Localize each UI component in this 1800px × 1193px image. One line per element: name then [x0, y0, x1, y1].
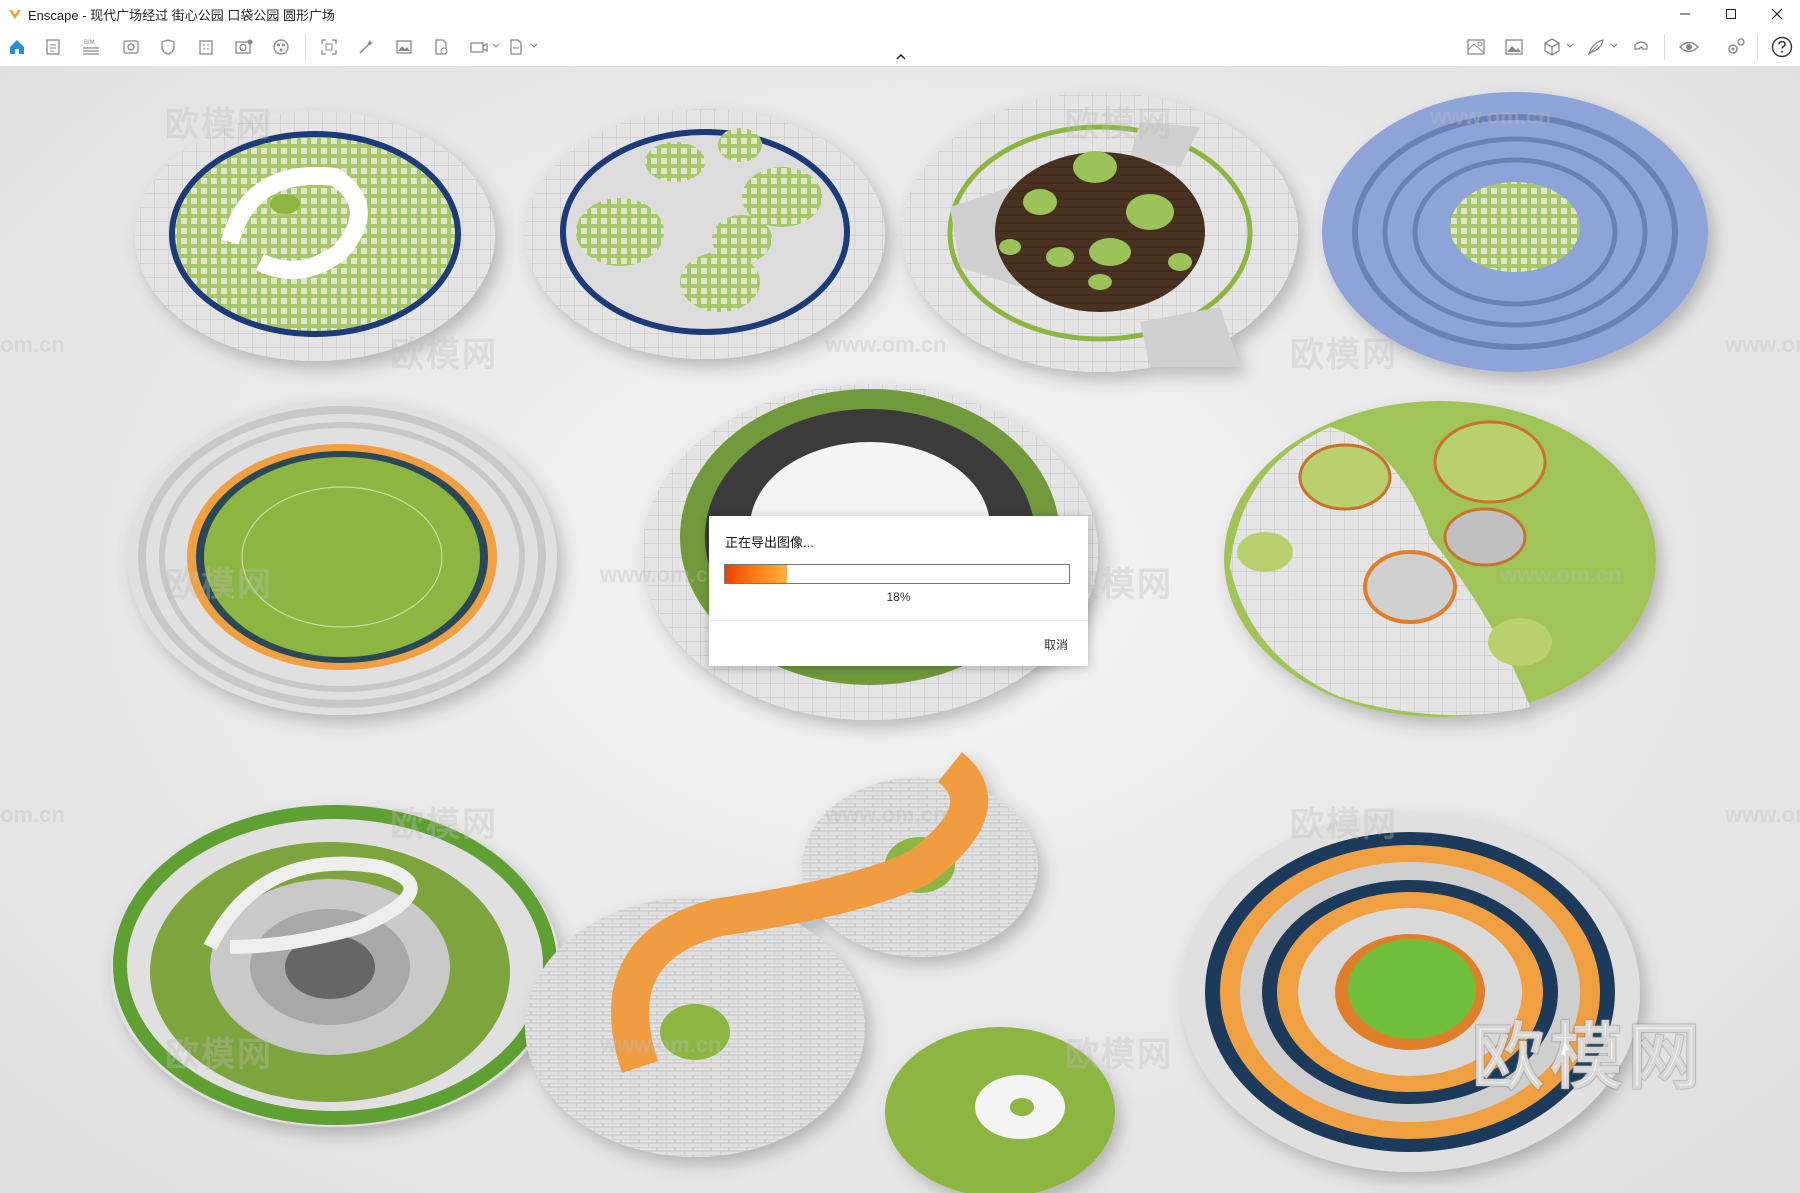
help-button[interactable] [1771, 36, 1793, 58]
watermark-url: om.cn [0, 332, 65, 357]
toolbar-separator [1757, 34, 1758, 60]
home-icon [10, 40, 24, 54]
watermark-url: om.cn [0, 802, 65, 827]
watermark-brand: 欧模网 [165, 566, 273, 604]
watermark-brand: 欧模网 [1290, 336, 1398, 374]
help-icon [1771, 36, 1793, 58]
camera-info-icon [235, 39, 253, 54]
settings-icon [1728, 38, 1745, 54]
video-export-button[interactable] [468, 36, 490, 58]
watermark-url: www.om.cn [1500, 562, 1622, 587]
export-file-button[interactable] [430, 36, 452, 58]
collapse-toolbar-chevron-up-icon[interactable] [894, 52, 908, 62]
feather-button[interactable] [1585, 36, 1607, 58]
asset-library-button[interactable] [270, 36, 292, 58]
progress-fill [725, 565, 787, 583]
watermark-url: www.om.cn [1725, 332, 1800, 357]
plaza-model-1 [135, 111, 495, 361]
watermark-url: www.om.cn [825, 802, 947, 827]
panorama-button[interactable] [1503, 36, 1525, 58]
shield-button[interactable] [157, 36, 179, 58]
plaza-model-9 [525, 752, 1115, 1193]
panorama-icon [1505, 39, 1523, 55]
chevron-down-icon[interactable] [530, 42, 538, 50]
minimize-button[interactable] [1662, 0, 1708, 28]
view-icon [123, 40, 139, 54]
close-button[interactable] [1754, 0, 1800, 28]
watermark-brand: 欧模网 [1290, 806, 1398, 844]
toolbar-separator [1664, 34, 1665, 60]
export-progress-bar [724, 564, 1070, 584]
chevron-down-icon[interactable] [492, 42, 500, 50]
progress-percent: 18% [886, 590, 911, 604]
dialog-divider [709, 620, 1088, 621]
view-button[interactable] [120, 36, 142, 58]
svg-text:BIM: BIM [84, 40, 95, 46]
watermark-brand: 欧模网 [390, 336, 498, 374]
watermark-url: www.om.cn [600, 562, 722, 587]
dialog-title: 正在导出图像... [725, 535, 814, 550]
plaza-model-8 [110, 805, 560, 1127]
screenshot-button[interactable] [318, 36, 340, 58]
visibility-icon [1679, 41, 1699, 53]
map-button[interactable] [1465, 36, 1487, 58]
export-file-icon [435, 39, 448, 55]
magic-wand-button[interactable] [355, 36, 377, 58]
home-button[interactable] [6, 36, 28, 58]
vr-headset-icon [1634, 41, 1648, 50]
cancel-button[interactable]: 取消 [1044, 636, 1068, 653]
window-title: Enscape - 现代广场经过 街心公园 口袋公园 圆形广场 [28, 7, 335, 23]
document-button[interactable] [42, 36, 64, 58]
plaza-model-10 [1180, 812, 1640, 1172]
title-bar: Enscape - 现代广场经过 街心公园 口袋公园 圆形广场 [0, 0, 1800, 28]
watermark-large-brand: 欧模网 [1471, 1017, 1707, 1099]
enscape-logo-icon [9, 10, 21, 19]
watermark-url: www.om.cn [1725, 802, 1800, 827]
shield-icon [161, 39, 175, 55]
vr-headset-button[interactable] [1630, 36, 1652, 58]
batch-export-icon [510, 39, 522, 55]
watermark-url: www.om.cn [600, 1032, 722, 1057]
settings-button[interactable] [1725, 36, 1747, 58]
map-icon [1467, 39, 1485, 55]
plaza-model-2 [525, 109, 885, 359]
building-icon [199, 40, 213, 55]
watermark-brand: 欧模网 [1065, 1036, 1173, 1074]
building-button[interactable] [195, 36, 217, 58]
batch-export-button[interactable] [505, 36, 527, 58]
close-icon [1771, 8, 1783, 20]
watermark-brand: 欧模网 [165, 106, 273, 144]
toolbar-separator [305, 34, 306, 60]
watermark-url: www.om.cn [1430, 104, 1552, 129]
bim-icon: BIM [83, 40, 99, 55]
magic-wand-icon [359, 40, 373, 54]
video-export-icon [470, 42, 488, 53]
image-button[interactable] [393, 36, 415, 58]
cube-view-button[interactable] [1541, 36, 1563, 58]
maximize-button[interactable] [1708, 0, 1754, 28]
plaza-model-7 [1224, 401, 1656, 717]
bim-button[interactable]: BIM [80, 36, 102, 58]
feather-icon [1587, 39, 1604, 56]
watermark-brand: 欧模网 [390, 806, 498, 844]
image-icon [396, 40, 412, 54]
asset-library-icon [273, 39, 289, 55]
watermark-brand: 欧模网 [165, 1036, 273, 1074]
chevron-down-icon[interactable] [1610, 42, 1618, 50]
visibility-button[interactable] [1678, 36, 1700, 58]
watermark-url: www.om.cn [825, 332, 947, 357]
minimize-icon [1680, 13, 1690, 15]
chevron-down-icon[interactable] [1566, 42, 1574, 50]
watermark-brand: 欧模网 [1065, 106, 1173, 144]
cube-view-icon [1544, 38, 1560, 56]
document-icon [46, 39, 60, 55]
maximize-icon [1726, 9, 1736, 19]
camera-info-button[interactable] [233, 36, 255, 58]
screenshot-icon [321, 39, 337, 55]
export-progress-dialog: 正在导出图像... 18% 取消 [709, 516, 1088, 666]
